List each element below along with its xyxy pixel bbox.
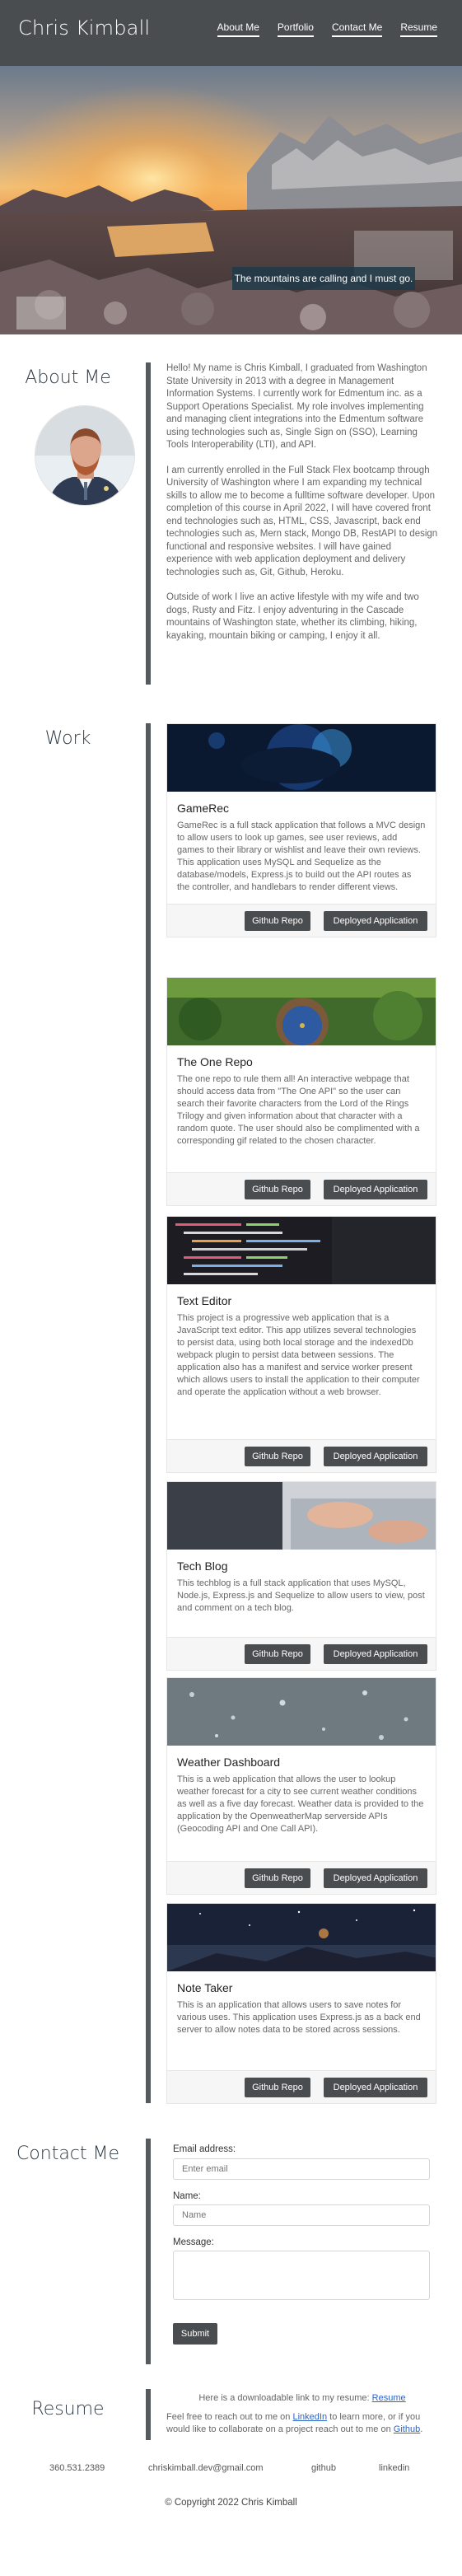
hobbit-door-image <box>167 978 436 1045</box>
project-card-footer: Github Repo Deployed Application <box>167 904 436 937</box>
resume-link[interactable]: Resume <box>372 2393 406 2403</box>
project-description: GameRec is a full stack application that… <box>177 820 426 892</box>
deployed-app-button[interactable]: Deployed Application <box>324 911 427 931</box>
project-description: This is a web application that allows th… <box>177 1774 424 1834</box>
about-text: Hello! My name is Chris Kimball, I gradu… <box>166 362 438 655</box>
main-nav: About Me Portfolio Contact Me Resume <box>217 21 437 37</box>
github-repo-button[interactable]: Github Repo <box>245 1644 310 1664</box>
project-thumbnail <box>167 1904 436 1971</box>
hero-banner: The mountains are calling and I must go. <box>0 66 462 334</box>
nav-contact[interactable]: Contact Me <box>331 21 383 37</box>
footer-email[interactable]: chriskimball.dev@gmail.com <box>148 2463 264 2473</box>
github-repo-button[interactable]: Github Repo <box>245 1447 310 1466</box>
project-description: The one repo to rule them all! An intera… <box>177 1074 420 1146</box>
laptop-typing-image <box>167 1482 436 1550</box>
deployed-app-button[interactable]: Deployed Application <box>324 2078 427 2097</box>
project-thumbnail <box>167 1482 436 1550</box>
github-repo-button[interactable]: Github Repo <box>245 1868 310 1888</box>
submit-button[interactable]: Submit <box>173 2323 217 2345</box>
project-description: This techblog is a full stack applicatio… <box>177 1578 425 1613</box>
footer-copyright: © Copyright 2022 Chris Kimball <box>165 2498 297 2508</box>
linkedin-link[interactable]: LinkedIn <box>292 2412 327 2422</box>
resume-text: Here is a downloadable link to my resume… <box>166 2392 438 2436</box>
github-repo-button[interactable]: Github Repo <box>245 1180 310 1199</box>
project-card-one-repo: The One Repo The one repo to rule them a… <box>166 977 436 1206</box>
resume-divider <box>146 2389 151 2440</box>
project-thumbnail <box>167 978 436 1045</box>
site-header: Chris Kimball About Me Portfolio Contact… <box>0 0 462 66</box>
project-card-gamerec: GameRec GameRec is a full stack applicat… <box>166 723 436 937</box>
code-screen-image <box>167 1217 436 1284</box>
project-card-note-taker: Note Taker This is an application that a… <box>166 1903 436 2104</box>
footer-phone[interactable]: 360.531.2389 <box>49 2463 105 2473</box>
project-title: Note Taker <box>177 1981 233 1994</box>
profile-photo <box>35 406 134 505</box>
about-paragraph-1: Hello! My name is Chris Kimball, I gradu… <box>166 363 427 450</box>
name-label: Name: <box>173 2191 201 2201</box>
deployed-app-button[interactable]: Deployed Application <box>324 1868 427 1888</box>
github-link[interactable]: Github <box>394 2424 420 2434</box>
site-brand[interactable]: Chris Kimball <box>18 16 150 40</box>
resume-contact-text: Feel free to reach out to me on <box>166 2412 291 2422</box>
name-field[interactable] <box>173 2204 430 2226</box>
email-label: Email address: <box>173 2144 236 2154</box>
project-title: Text Editor <box>177 1294 232 1307</box>
about-paragraph-2: I am currently enrolled in the Full Stac… <box>166 465 438 577</box>
project-card-footer: Github Repo Deployed Application <box>167 1861 436 1894</box>
deployed-app-button[interactable]: Deployed Application <box>324 1447 427 1466</box>
project-title: The One Repo <box>177 1055 253 1068</box>
nav-about[interactable]: About Me <box>217 21 259 37</box>
project-description: This is an application that allows users… <box>177 2000 421 2035</box>
rain-window-image <box>167 1678 436 1746</box>
deployed-app-button[interactable]: Deployed Application <box>324 1180 427 1199</box>
contact-title: Contact Me <box>16 2144 120 2164</box>
github-repo-button[interactable]: Github Repo <box>245 911 310 931</box>
project-card-text-editor: Text Editor This project is a progressiv… <box>166 1216 436 1473</box>
project-title: Weather Dashboard <box>177 1756 281 1769</box>
resume-contact-suffix: . <box>420 2424 423 2434</box>
project-thumbnail <box>167 1678 436 1746</box>
hero-mountain-image <box>0 66 462 334</box>
resume-contact-line: Feel free to reach out to me on LinkedIn… <box>166 2411 438 2436</box>
deployed-app-button[interactable]: Deployed Application <box>324 1644 427 1664</box>
footer-github[interactable]: github <box>311 2463 336 2473</box>
github-repo-button[interactable]: Github Repo <box>245 2078 310 2097</box>
project-title: Tech Blog <box>177 1559 228 1573</box>
project-card-footer: Github Repo Deployed Application <box>167 1172 436 1205</box>
work-divider <box>146 723 151 2103</box>
project-card-footer: Github Repo Deployed Application <box>167 1637 436 1670</box>
project-thumbnail <box>167 724 436 792</box>
about-title: About Me <box>25 367 111 388</box>
message-label: Message: <box>173 2237 214 2247</box>
message-field[interactable] <box>173 2251 430 2300</box>
resume-download-line: Here is a downloadable link to my resume… <box>166 2392 438 2405</box>
work-title: Work <box>44 728 91 749</box>
project-thumbnail <box>167 1217 436 1284</box>
project-title: GameRec <box>177 802 230 815</box>
nav-resume[interactable]: Resume <box>400 21 437 37</box>
hero-caption: The mountains are calling and I must go. <box>232 267 415 290</box>
project-card-footer: Github Repo Deployed Application <box>167 2070 436 2103</box>
footer-linkedin[interactable]: linkedin <box>379 2463 409 2473</box>
profile-avatar <box>35 405 135 506</box>
project-card-footer: Github Repo Deployed Application <box>167 1439 436 1472</box>
project-card-weather-dashboard: Weather Dashboard This is a web applicat… <box>166 1677 436 1895</box>
about-paragraph-3: Outside of work I live an active lifesty… <box>166 592 419 641</box>
gaming-controller-image <box>167 724 436 792</box>
email-field[interactable] <box>173 2158 430 2180</box>
night-sky-image <box>167 1904 436 1971</box>
resume-download-text: Here is a downloadable link to my resume… <box>198 2393 370 2403</box>
about-divider <box>146 362 151 685</box>
project-card-tech-blog: Tech Blog This techblog is a full stack … <box>166 1481 436 1671</box>
project-description: This project is a progressive web applic… <box>177 1313 420 1397</box>
contact-divider <box>146 2139 151 2364</box>
resume-title: Resume <box>31 2399 105 2419</box>
nav-portfolio[interactable]: Portfolio <box>277 21 314 37</box>
